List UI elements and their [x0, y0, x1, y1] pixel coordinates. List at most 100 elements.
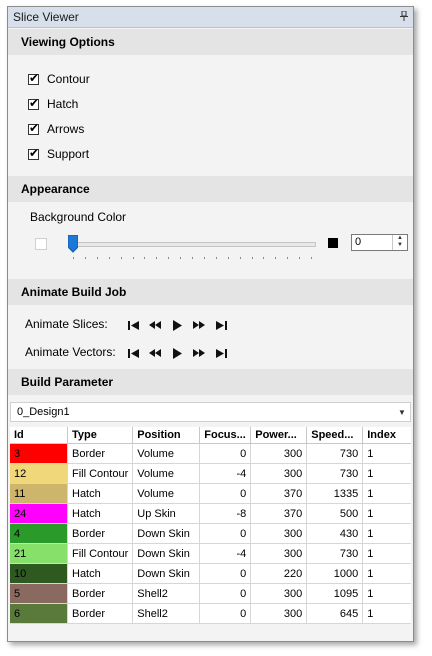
cell-index[interactable]: 1	[362, 603, 412, 624]
cell-id[interactable]: 4	[10, 523, 68, 544]
cell-speed[interactable]: 500	[306, 503, 364, 524]
table-row[interactable]: 4 Border Down Skin 0 300 430 1	[10, 523, 412, 544]
column-header-index[interactable]: Index	[362, 427, 412, 444]
cell-speed[interactable]: 645	[306, 603, 364, 624]
table-row[interactable]: 11 Hatch Volume 0 370 1335 1	[10, 483, 412, 504]
cell-position[interactable]: Shell2	[132, 603, 201, 624]
cell-power[interactable]: 300	[250, 543, 308, 564]
cell-type[interactable]: Border	[67, 523, 134, 544]
table-row[interactable]: 10 Hatch Down Skin 0 220 1000 1	[10, 563, 412, 584]
contour-checkbox-row[interactable]: ✔ Contour	[28, 71, 90, 87]
table-row[interactable]: 24 Hatch Up Skin -8 370 500 1	[10, 503, 412, 524]
cell-focus[interactable]: 0	[199, 603, 252, 624]
cell-power[interactable]: 220	[250, 563, 308, 584]
cell-type[interactable]: Border	[67, 583, 134, 604]
column-header-type[interactable]: Type	[67, 427, 134, 444]
hatch-checkbox[interactable]: ✔	[28, 96, 39, 110]
arrows-checkbox[interactable]: ✔	[28, 121, 39, 135]
cell-power[interactable]: 300	[250, 523, 308, 544]
hatch-checkbox-row[interactable]: ✔ Hatch	[28, 96, 78, 112]
cell-type[interactable]: Fill Contour	[67, 543, 134, 564]
pin-icon[interactable]	[395, 10, 413, 24]
cell-type[interactable]: Border	[67, 443, 134, 464]
cell-id[interactable]: 12	[10, 463, 68, 484]
cell-speed[interactable]: 1335	[306, 483, 364, 504]
cell-type[interactable]: Hatch	[67, 503, 134, 524]
cell-id[interactable]: 6	[10, 603, 68, 624]
animate-build-job-header[interactable]: Animate Build Job	[8, 279, 413, 305]
column-header-focus[interactable]: Focus...	[199, 427, 252, 444]
cell-index[interactable]: 1	[362, 563, 412, 584]
support-checkbox-row[interactable]: ✔ Support	[28, 146, 89, 162]
cell-index[interactable]: 1	[362, 483, 412, 504]
chevron-down-icon[interactable]: ▼	[394, 408, 410, 417]
design-combobox[interactable]: 0_Design1 ▼	[10, 402, 411, 422]
skip-end-icon[interactable]	[210, 318, 232, 332]
cell-speed[interactable]: 730	[306, 543, 364, 564]
cell-speed[interactable]: 1000	[306, 563, 364, 584]
cell-focus[interactable]: -4	[199, 463, 252, 484]
cell-focus[interactable]: -8	[199, 503, 252, 524]
cell-position[interactable]: Down Skin	[132, 563, 201, 584]
build-parameter-header[interactable]: Build Parameter	[8, 369, 413, 395]
cell-position[interactable]: Volume	[132, 443, 201, 464]
cell-position[interactable]: Volume	[132, 463, 201, 484]
cell-index[interactable]: 1	[362, 443, 412, 464]
appearance-header[interactable]: Appearance	[8, 176, 413, 202]
cell-id[interactable]: 3	[10, 443, 68, 464]
cell-position[interactable]: Volume	[132, 483, 201, 504]
cell-position[interactable]: Down Skin	[132, 543, 201, 564]
background-slider-thumb[interactable]	[68, 235, 78, 253]
fast-forward-icon[interactable]	[188, 346, 210, 360]
cell-position[interactable]: Shell2	[132, 583, 201, 604]
background-value-spinner[interactable]: 0 ▲ ▼	[351, 234, 408, 251]
rewind-icon[interactable]	[144, 318, 166, 332]
table-row[interactable]: 6 Border Shell2 0 300 645 1	[10, 603, 412, 624]
table-row[interactable]: 3 Border Volume 0 300 730 1	[10, 443, 412, 464]
rewind-icon[interactable]	[144, 346, 166, 360]
cell-id[interactable]: 21	[10, 543, 68, 564]
cell-focus[interactable]: -4	[199, 543, 252, 564]
cell-index[interactable]: 1	[362, 543, 412, 564]
column-header-id[interactable]: Id	[10, 427, 68, 444]
spinner-value[interactable]: 0	[355, 236, 361, 248]
table-row[interactable]: 21 Fill Contour Down Skin -4 300 730 1	[10, 543, 412, 564]
cell-id[interactable]: 24	[10, 503, 68, 524]
fast-forward-icon[interactable]	[188, 318, 210, 332]
cell-id[interactable]: 11	[10, 483, 68, 504]
cell-power[interactable]: 370	[250, 483, 308, 504]
cell-type[interactable]: Border	[67, 603, 134, 624]
cell-type[interactable]: Fill Contour	[67, 463, 134, 484]
arrows-checkbox-row[interactable]: ✔ Arrows	[28, 121, 84, 137]
cell-power[interactable]: 300	[250, 463, 308, 484]
cell-index[interactable]: 1	[362, 583, 412, 604]
cell-focus[interactable]: 0	[199, 583, 252, 604]
background-slider-track[interactable]	[70, 242, 316, 247]
cell-speed[interactable]: 730	[306, 463, 364, 484]
skip-start-icon[interactable]	[122, 346, 144, 360]
spin-up-icon[interactable]: ▲	[393, 235, 407, 242]
play-icon[interactable]	[166, 346, 188, 360]
column-header-speed[interactable]: Speed...	[306, 427, 364, 444]
cell-id[interactable]: 5	[10, 583, 68, 604]
column-header-position[interactable]: Position	[132, 427, 201, 444]
cell-focus[interactable]: 0	[199, 483, 252, 504]
table-row[interactable]: 5 Border Shell2 0 300 1095 1	[10, 583, 412, 604]
cell-power[interactable]: 300	[250, 603, 308, 624]
skip-end-icon[interactable]	[210, 346, 232, 360]
cell-id[interactable]: 10	[10, 563, 68, 584]
table-row[interactable]: 12 Fill Contour Volume -4 300 730 1	[10, 463, 412, 484]
cell-position[interactable]: Up Skin	[132, 503, 201, 524]
cell-index[interactable]: 1	[362, 503, 412, 524]
column-header-power[interactable]: Power...	[250, 427, 308, 444]
cell-focus[interactable]: 0	[199, 443, 252, 464]
cell-focus[interactable]: 0	[199, 523, 252, 544]
cell-power[interactable]: 300	[250, 443, 308, 464]
cell-type[interactable]: Hatch	[67, 483, 134, 504]
spin-down-icon[interactable]: ▼	[393, 242, 407, 249]
viewing-options-header[interactable]: Viewing Options	[8, 29, 413, 55]
support-checkbox[interactable]: ✔	[28, 146, 39, 160]
cell-type[interactable]: Hatch	[67, 563, 134, 584]
contour-checkbox[interactable]: ✔	[28, 71, 39, 85]
cell-speed[interactable]: 730	[306, 443, 364, 464]
